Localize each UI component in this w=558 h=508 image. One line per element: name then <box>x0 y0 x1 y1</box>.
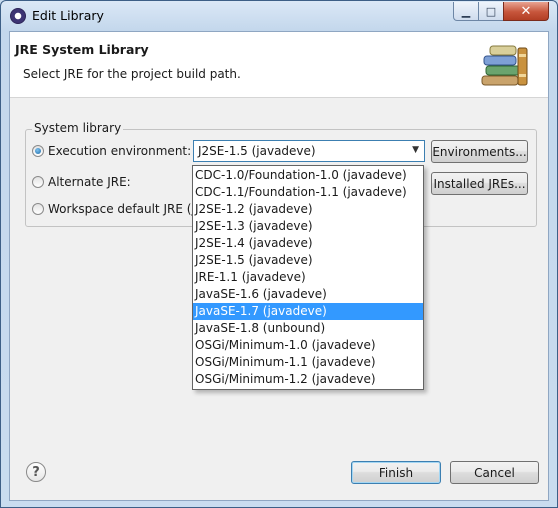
dropdown-item[interactable]: CDC-1.0/Foundation-1.0 (javadeve) <box>193 167 423 184</box>
dialog-footer: ? Finish Cancel <box>10 452 548 500</box>
window-title: Edit Library <box>32 8 104 23</box>
dropdown-item[interactable]: OSGi/Minimum-1.2 (javadeve) <box>193 371 423 388</box>
cancel-button[interactable]: Cancel <box>450 461 539 484</box>
execution-environment-combo[interactable]: J2SE-1.5 (javadeve) ▼ <box>193 140 425 162</box>
workspace-default-radio[interactable] <box>32 203 44 215</box>
dropdown-item[interactable]: JRE-1.1 (javadeve) <box>193 269 423 286</box>
page-title: JRE System Library <box>15 42 149 57</box>
eclipse-icon <box>10 8 26 24</box>
dialog-header: JRE System Library Select JRE for the pr… <box>10 32 548 98</box>
dropdown-item[interactable]: J2SE-1.2 (javadeve) <box>193 201 423 218</box>
combo-value: J2SE-1.5 (javadeve) <box>198 144 316 158</box>
dialog-client: JRE System Library Select JRE for the pr… <box>9 31 549 501</box>
execution-environment-radio[interactable] <box>32 145 44 157</box>
dropdown-item[interactable]: JavaSE-1.6 (javadeve) <box>193 286 423 303</box>
alternate-jre-radio[interactable] <box>32 176 44 188</box>
maximize-icon: □ <box>485 4 497 18</box>
dropdown-item[interactable]: J2SE-1.3 (javadeve) <box>193 218 423 235</box>
group-label: System library <box>32 121 124 135</box>
dropdown-item[interactable]: J2SE-1.5 (javadeve) <box>193 252 423 269</box>
title-bar[interactable]: Edit Library ▁ □ ✕ <box>1 1 557 31</box>
maximize-button[interactable]: □ <box>478 2 504 21</box>
execution-environment-option[interactable]: Execution environment: <box>32 144 191 158</box>
alternate-jre-label: Alternate JRE: <box>48 175 131 189</box>
workspace-default-label: Workspace default JRE (j <box>48 202 195 216</box>
dropdown-item-selected[interactable]: JavaSE-1.7 (javadeve) <box>193 303 423 320</box>
installed-jres-button[interactable]: Installed JREs... <box>431 172 528 195</box>
edit-library-window: Edit Library ▁ □ ✕ JRE System Library Se… <box>0 0 558 508</box>
dropdown-item[interactable]: OSGi/Minimum-1.0 (javadeve) <box>193 337 423 354</box>
minimize-icon: ▁ <box>461 4 471 18</box>
page-description: Select JRE for the project build path. <box>23 67 241 81</box>
help-icon[interactable]: ? <box>26 462 46 482</box>
dropdown-item[interactable]: J2SE-1.4 (javadeve) <box>193 235 423 252</box>
alternate-jre-option[interactable]: Alternate JRE: <box>32 175 131 189</box>
chevron-down-icon[interactable]: ▼ <box>412 145 419 155</box>
environments-button[interactable]: Environments... <box>431 140 528 163</box>
library-books-icon <box>481 45 528 86</box>
finish-button[interactable]: Finish <box>351 461 441 484</box>
workspace-default-option[interactable]: Workspace default JRE (j <box>32 202 195 216</box>
execution-environment-label: Execution environment: <box>48 144 192 158</box>
environment-dropdown-list[interactable]: CDC-1.0/Foundation-1.0 (javadeve) CDC-1.… <box>192 165 424 390</box>
dropdown-item[interactable]: JavaSE-1.8 (unbound) <box>193 320 423 337</box>
close-button[interactable]: ✕ <box>503 2 549 21</box>
dropdown-item[interactable]: OSGi/Minimum-1.1 (javadeve) <box>193 354 423 371</box>
dropdown-item[interactable]: CDC-1.1/Foundation-1.1 (javadeve) <box>193 184 423 201</box>
close-icon: ✕ <box>520 3 532 19</box>
minimize-button[interactable]: ▁ <box>453 2 479 21</box>
